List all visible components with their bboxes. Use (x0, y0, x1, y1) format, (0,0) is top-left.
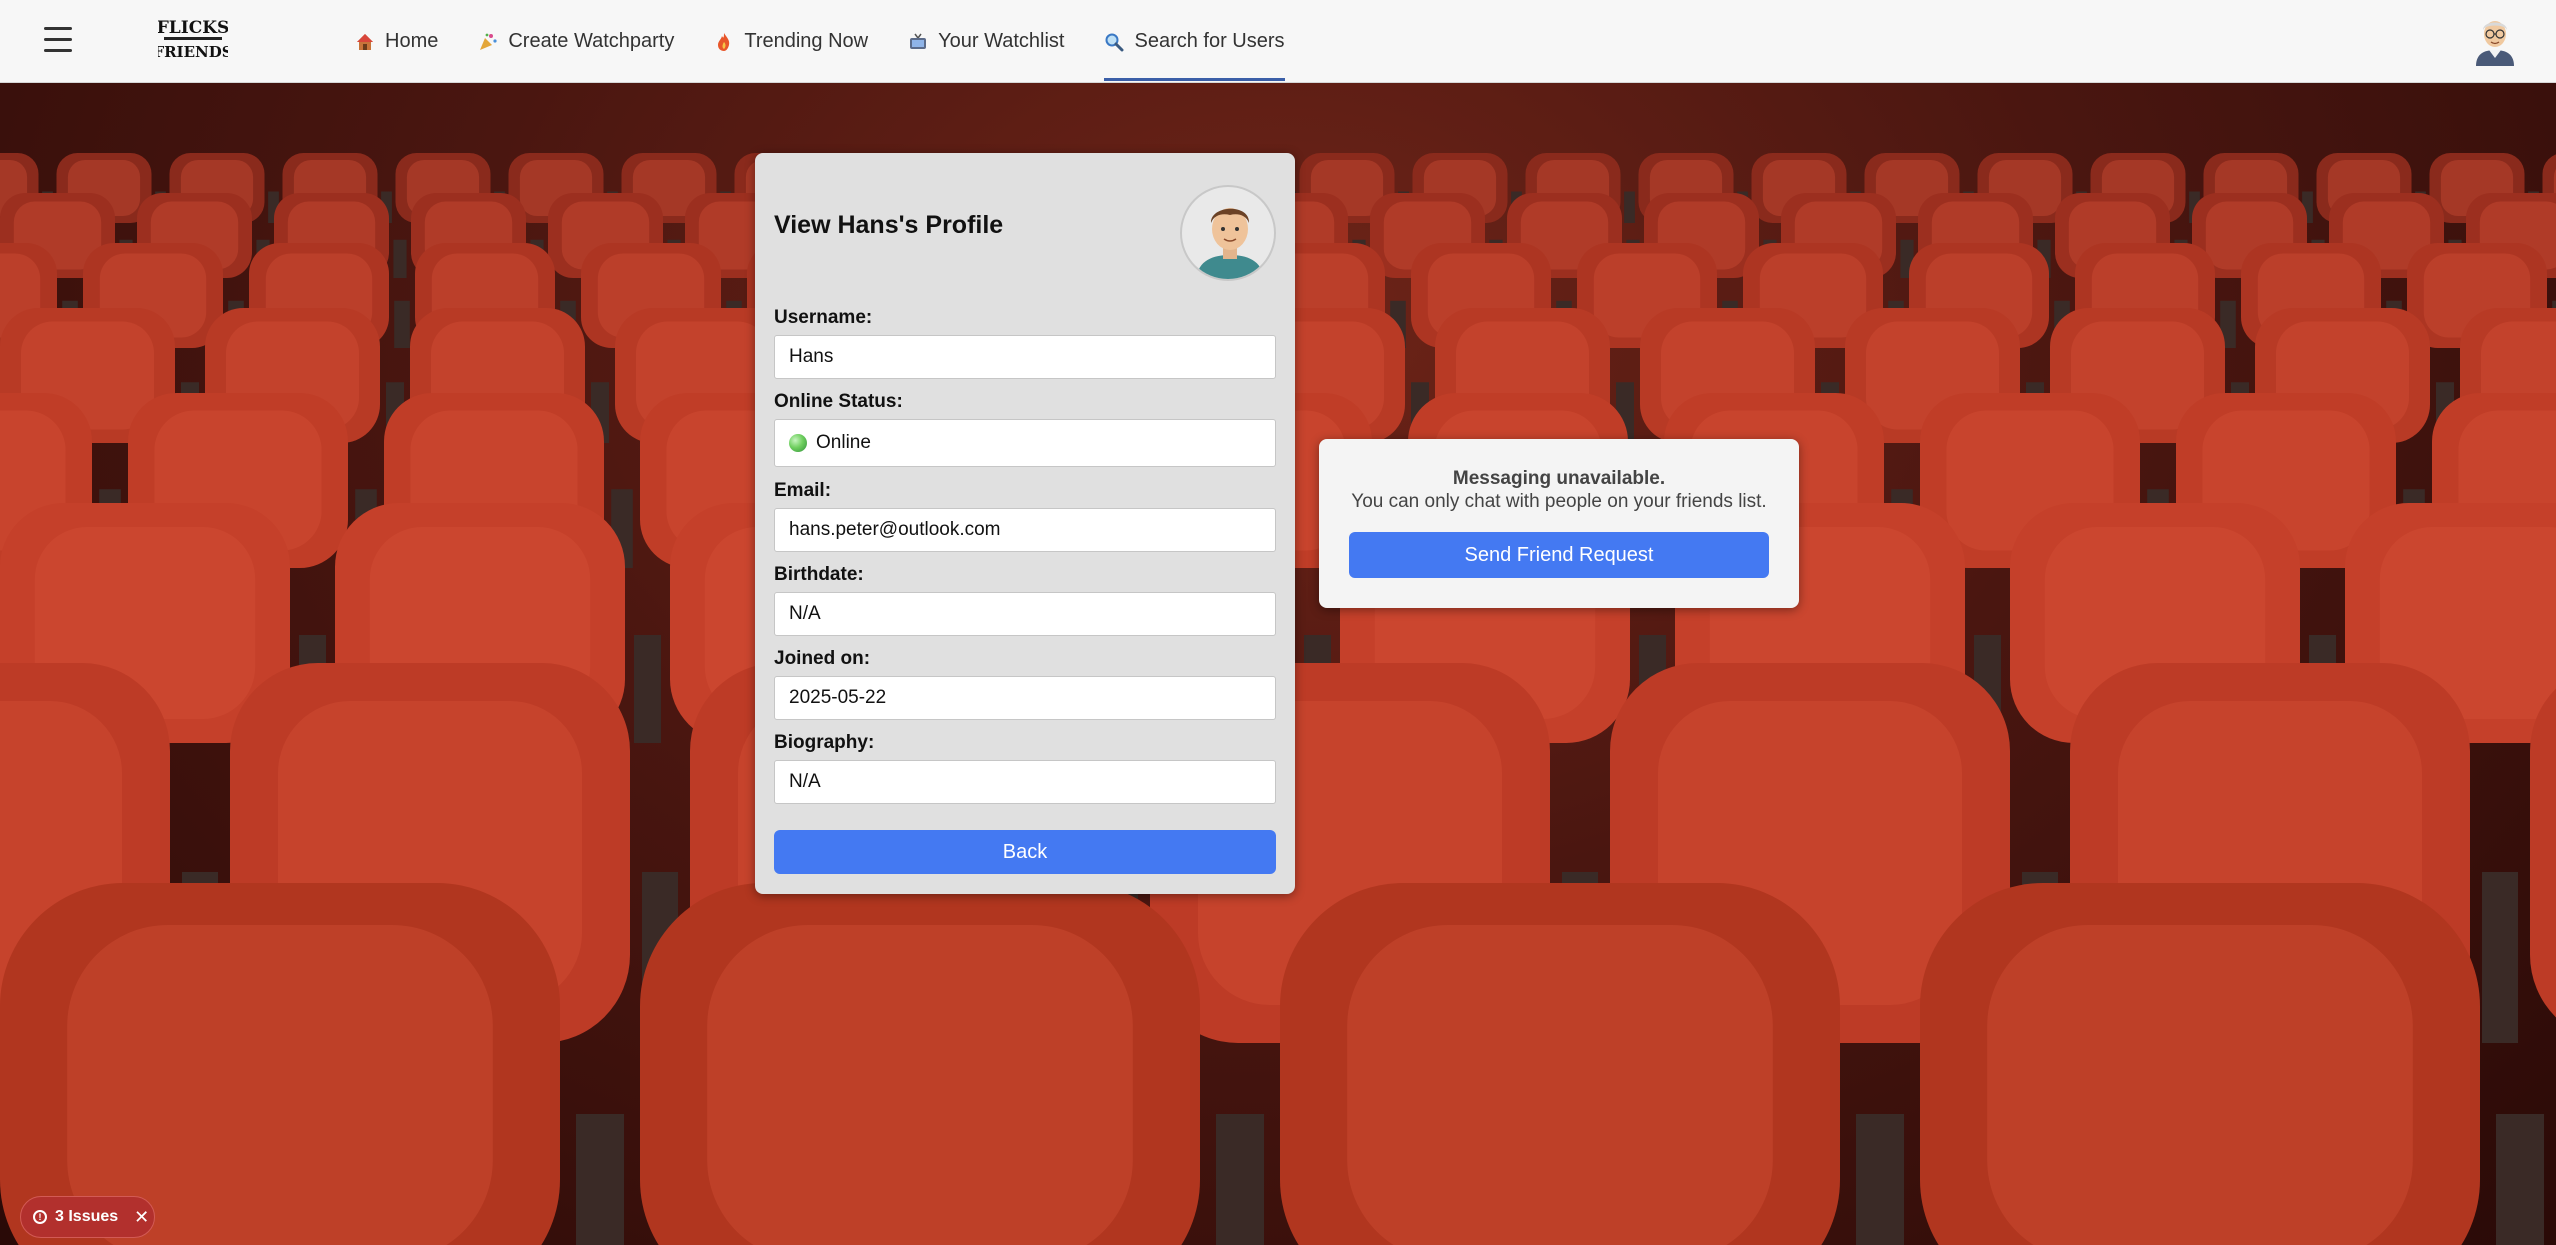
top-navbar: FLICKS FRIENDS Home Create Watchparty Tr… (0, 0, 2556, 83)
joined-on-value: 2025-05-22 (789, 687, 887, 708)
nav-home[interactable]: Home (355, 2, 438, 82)
profile-card: View Hans's Profile Username: Hans Onlin… (755, 153, 1295, 894)
tv-icon (908, 32, 928, 52)
nav-trending-now[interactable]: Trending Now (714, 2, 868, 82)
nav-search-for-users[interactable]: Search for Users (1104, 2, 1285, 82)
messaging-card: Messaging unavailable. You can only chat… (1319, 439, 1799, 608)
svg-text:FRIENDS: FRIENDS (158, 43, 228, 61)
house-icon (355, 32, 375, 52)
issues-count-label: 3 Issues (55, 1208, 119, 1225)
svg-text:FLICKS: FLICKS (158, 18, 228, 38)
messaging-unavailable-subtitle: You can only chat with people on your fr… (1351, 491, 1767, 512)
back-button[interactable]: Back (774, 830, 1276, 874)
profile-avatar (1180, 185, 1276, 281)
biography-value: N/A (789, 771, 821, 792)
joined-on-label: Joined on: (774, 648, 871, 669)
biography-label: Biography: (774, 732, 875, 753)
username-value: Hans (789, 346, 834, 367)
nav-your-watchlist[interactable]: Your Watchlist (908, 2, 1064, 82)
send-friend-request-button[interactable]: Send Friend Request (1349, 532, 1769, 578)
joined-on-field[interactable]: 2025-05-22 (774, 676, 1276, 720)
birthdate-field[interactable]: N/A (774, 592, 1276, 636)
hamburger-menu-icon[interactable] (44, 27, 72, 53)
nav-home-label: Home (385, 30, 439, 52)
birthdate-label: Birthdate: (774, 564, 864, 585)
nav-create-watchparty[interactable]: Create Watchparty (478, 2, 674, 82)
username-label: Username: (774, 307, 873, 328)
close-icon[interactable]: ✕ (134, 1207, 149, 1228)
magnifier-icon (1104, 32, 1124, 52)
birthdate-value: N/A (789, 603, 821, 624)
online-status-field[interactable]: Online (774, 419, 1276, 467)
fire-icon (714, 32, 734, 52)
username-field[interactable]: Hans (774, 335, 1276, 379)
email-value: hans.peter@outlook.com (789, 519, 1001, 540)
profile-title: View Hans's Profile (774, 211, 1004, 239)
nav-search-for-users-label: Search for Users (1134, 30, 1285, 52)
warning-icon: ! (33, 1210, 47, 1224)
online-status-dot-icon (789, 434, 807, 452)
biography-field[interactable]: N/A (774, 760, 1276, 804)
issues-badge[interactable]: ! 3 Issues ✕ (20, 1196, 155, 1238)
messaging-unavailable-title: Messaging unavailable. (1452, 468, 1666, 489)
nav-links: Home Create Watchparty Trending Now Your… (355, 0, 1325, 83)
nav-your-watchlist-label: Your Watchlist (938, 30, 1065, 52)
flicks-friends-logo[interactable]: FLICKS FRIENDS (153, 13, 232, 63)
current-user-avatar[interactable] (2470, 14, 2520, 66)
online-status-value: Online (816, 432, 871, 453)
nav-trending-now-label: Trending Now (744, 30, 869, 52)
party-popper-icon (478, 32, 498, 52)
email-field[interactable]: hans.peter@outlook.com (774, 508, 1276, 552)
online-status-label: Online Status: (774, 391, 903, 412)
nav-create-watchparty-label: Create Watchparty (508, 30, 675, 52)
email-label: Email: (774, 480, 832, 501)
